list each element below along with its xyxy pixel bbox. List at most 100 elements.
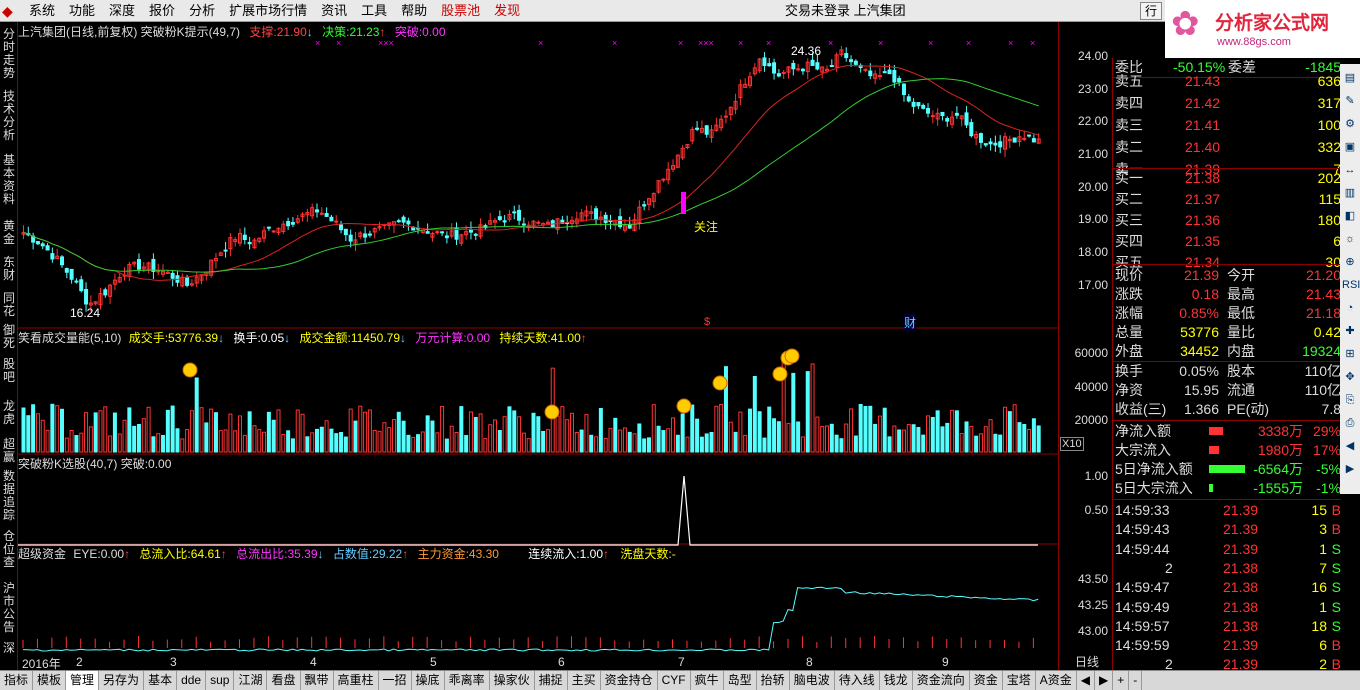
- bottom-tab-24[interactable]: 钱龙: [880, 671, 913, 690]
- volume-bar: [680, 413, 685, 453]
- tool-icon-6[interactable]: ◧: [1342, 208, 1358, 224]
- ind4-c-label: 占数值:: [332, 547, 373, 561]
- period-label[interactable]: 日线: [1058, 654, 1112, 670]
- bottom-tab-15[interactable]: 捕捉: [535, 671, 568, 690]
- tool-icon-1[interactable]: ✎: [1342, 93, 1358, 109]
- bottom-tab-8[interactable]: 看盘: [267, 671, 301, 690]
- bottom-tab-16[interactable]: 主买: [568, 671, 601, 690]
- volume-bar: [444, 438, 449, 453]
- bottom-tab-14[interactable]: 操家伙: [490, 671, 535, 690]
- menu-item-3[interactable]: 报价: [142, 0, 182, 22]
- bottom-tab-28[interactable]: A资金: [1036, 671, 1077, 690]
- menu-item-8[interactable]: 帮助: [394, 0, 434, 22]
- leftnav-tab-9[interactable]: 超赢: [1, 438, 17, 464]
- bottom-tab-11[interactable]: 一招: [379, 671, 412, 690]
- leftnav-tab-3[interactable]: 黄金: [1, 220, 17, 246]
- tool-icon-3[interactable]: ▣: [1342, 139, 1358, 155]
- volume-bar: [45, 429, 50, 453]
- menu-item-4[interactable]: 分析: [182, 0, 222, 22]
- leftnav-tab-2[interactable]: 基本资料: [1, 154, 17, 206]
- tool-icon-14[interactable]: ⎘: [1342, 392, 1358, 408]
- tool-icon-9[interactable]: RSI: [1342, 277, 1360, 293]
- menu-item-7[interactable]: 工具: [354, 0, 394, 22]
- bottom-tab-23[interactable]: 待入线: [835, 671, 880, 690]
- quote-label: 最低: [1227, 305, 1255, 321]
- bottom-tab-26[interactable]: 资金: [970, 671, 1003, 690]
- sell-price[interactable]: 21.42: [1185, 94, 1220, 113]
- tool-icon-17[interactable]: ▶: [1342, 461, 1358, 477]
- tool-icon-5[interactable]: ▥: [1342, 185, 1358, 201]
- leftnav-tab-12[interactable]: 沪市公告: [1, 582, 17, 634]
- leftnav-tab-7[interactable]: 股吧: [1, 358, 17, 384]
- scroll-arrow-icon[interactable]: +: [1113, 671, 1130, 690]
- bottom-tab-6[interactable]: sup: [206, 671, 235, 690]
- bottom-tab-17[interactable]: 资金持仓: [601, 671, 658, 690]
- bottom-tab-21[interactable]: 抬轿: [757, 671, 790, 690]
- buy-price[interactable]: 21.35: [1185, 232, 1220, 251]
- bottom-tab-1[interactable]: 模板: [33, 671, 67, 690]
- tool-icon-16[interactable]: ◀: [1342, 438, 1358, 454]
- bottom-tab-4[interactable]: 基本: [144, 671, 178, 690]
- bottom-tab-20[interactable]: 岛型: [724, 671, 757, 690]
- menu-item-10[interactable]: 发现: [487, 0, 527, 22]
- volume-bar: [589, 434, 594, 453]
- bottom-tab-7[interactable]: 江湖: [234, 671, 268, 690]
- leftnav-tab-1[interactable]: 技术分析: [1, 90, 17, 142]
- bottom-tab-2[interactable]: 管理: [66, 671, 100, 690]
- focus-annotation: 关注: [694, 220, 719, 234]
- quote-button[interactable]: 行: [1140, 2, 1162, 20]
- bottom-tab-10[interactable]: 高重柱: [334, 671, 379, 690]
- leftnav-tab-13[interactable]: 深: [1, 642, 17, 655]
- bottom-tab-22[interactable]: 脑电波: [790, 671, 835, 690]
- buy-price[interactable]: 21.36: [1185, 211, 1220, 230]
- bottom-tab-13[interactable]: 乖离率: [445, 671, 490, 690]
- bottom-tab-27[interactable]: 宝塔: [1003, 671, 1036, 690]
- bottom-tab-12[interactable]: 操底: [412, 671, 445, 690]
- scroll-arrow-icon[interactable]: -: [1129, 671, 1143, 690]
- candle-body: [767, 63, 772, 67]
- volume-bar: [88, 426, 93, 453]
- leftnav-tab-10[interactable]: 数据追踪: [1, 470, 17, 522]
- tool-icon-0[interactable]: ▤: [1342, 70, 1358, 86]
- buy-price[interactable]: 21.38: [1185, 169, 1220, 188]
- volume-bar: [170, 405, 175, 453]
- tool-icon-13[interactable]: ✥: [1342, 369, 1358, 385]
- sell-price[interactable]: 21.43: [1185, 72, 1220, 91]
- tool-icon-11[interactable]: ✚: [1342, 323, 1358, 339]
- tool-icon-4[interactable]: ↔: [1342, 162, 1358, 178]
- leftnav-tab-6[interactable]: 御死: [1, 324, 17, 350]
- tool-icon-7[interactable]: ☼: [1342, 231, 1358, 247]
- bottom-tab-18[interactable]: CYF: [658, 671, 691, 690]
- tool-icon-10[interactable]: ◔: [1342, 300, 1358, 316]
- chart-area[interactable]: × × ××× × × × ××× × × × × × × × × 上汽集团(日线,前复权) 突破粉K提示(…: [18, 22, 1084, 654]
- tool-icon-2[interactable]: ⚙: [1342, 116, 1358, 132]
- leftnav-tab-4[interactable]: 东财: [1, 256, 17, 282]
- sell-price[interactable]: 21.40: [1185, 138, 1220, 157]
- leftnav-tab-0[interactable]: 分时走势: [1, 28, 17, 80]
- menu-item-2[interactable]: 深度: [102, 0, 142, 22]
- leftnav-tab-5[interactable]: 同花: [1, 292, 17, 318]
- bottom-tab-25[interactable]: 资金流向: [913, 671, 970, 690]
- tool-icon-12[interactable]: ⊞: [1342, 346, 1358, 362]
- buy-price[interactable]: 21.37: [1185, 190, 1220, 209]
- bottom-tab-19[interactable]: 疯牛: [691, 671, 724, 690]
- bottom-tab-3[interactable]: 另存为: [99, 671, 145, 690]
- bottom-tab-0[interactable]: 指标: [0, 671, 34, 690]
- candle-body: [170, 272, 175, 279]
- leftnav-tab-8[interactable]: 龙虎: [1, 400, 17, 426]
- scroll-arrow-icon[interactable]: ◀: [1077, 671, 1096, 690]
- leftnav-tab-11[interactable]: 仓位查: [1, 530, 17, 569]
- menu-item-1[interactable]: 功能: [62, 0, 102, 22]
- scroll-arrow-icon[interactable]: ▶: [1095, 671, 1114, 690]
- menu-item-0[interactable]: 系统: [22, 0, 62, 22]
- menu-item-5[interactable]: 扩展市场行情: [222, 0, 314, 22]
- tick-side: S: [1331, 617, 1341, 634]
- bottom-tab-5[interactable]: dde: [177, 671, 207, 690]
- tool-icon-8[interactable]: ⊕: [1342, 254, 1358, 270]
- bottom-tab-9[interactable]: 飘带: [301, 671, 334, 690]
- sell-price[interactable]: 21.41: [1185, 116, 1220, 135]
- menu-item-6[interactable]: 资讯: [314, 0, 354, 22]
- tool-icon-15[interactable]: ⎙: [1342, 415, 1358, 431]
- flow-row: 净流入额 3338万 29%: [1115, 422, 1341, 441]
- menu-item-9[interactable]: 股票池: [434, 0, 487, 22]
